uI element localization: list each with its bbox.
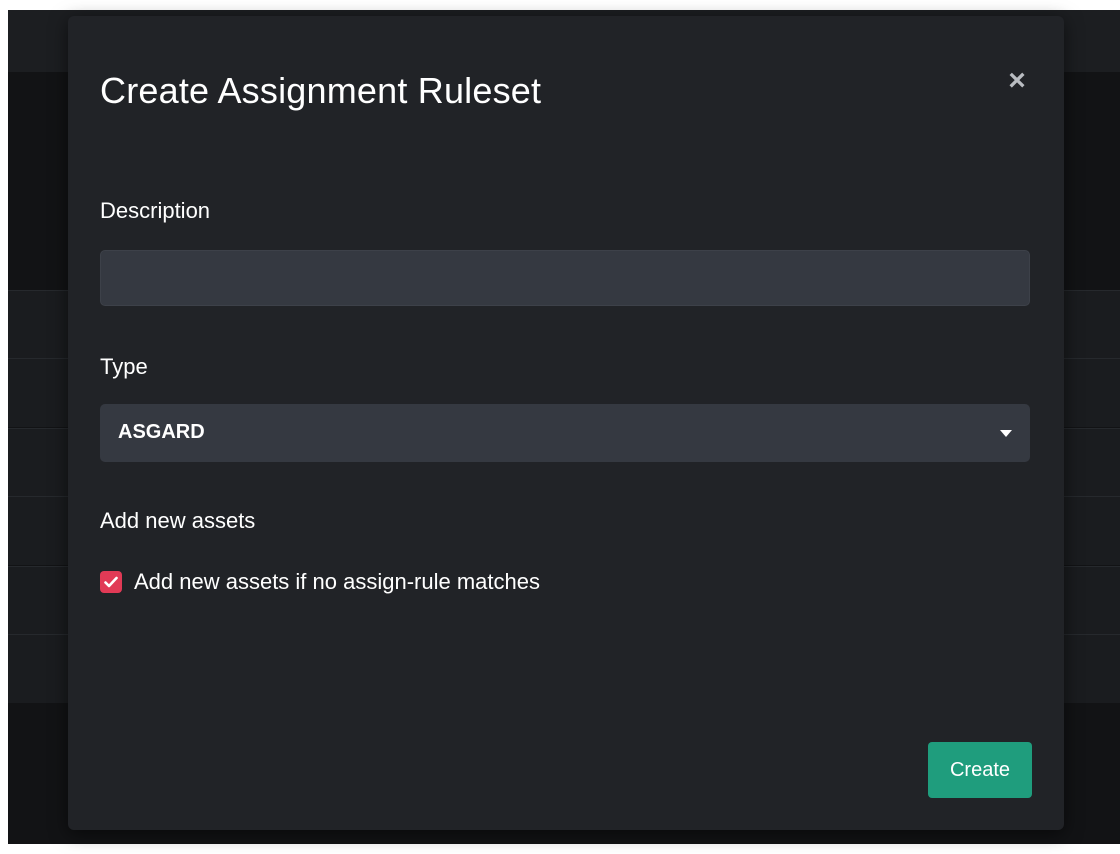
create-button[interactable]: Create: [928, 742, 1032, 798]
type-label: Type: [100, 354, 148, 379]
description-label: Description: [100, 198, 211, 223]
checkmark-icon: [104, 576, 118, 588]
close-icon[interactable]: ×: [1002, 66, 1032, 96]
create-ruleset-modal: Create Assignment Ruleset × Description …: [68, 16, 1064, 830]
modal-title: Create Assignment Ruleset: [100, 70, 542, 111]
caret-down-icon: [1000, 430, 1012, 437]
add-new-assets-checkbox-label: Add new assets if no assign-rule matches: [134, 569, 540, 594]
add-new-assets-checkbox-row[interactable]: Add new assets if no assign-rule matches: [100, 569, 540, 595]
type-select[interactable]: ASGARD: [100, 404, 1030, 462]
type-selected-value: ASGARD: [118, 421, 205, 443]
description-input[interactable]: [100, 250, 1030, 306]
add-new-assets-checkbox[interactable]: [100, 571, 122, 593]
add-new-assets-label: Add new assets: [100, 508, 256, 533]
